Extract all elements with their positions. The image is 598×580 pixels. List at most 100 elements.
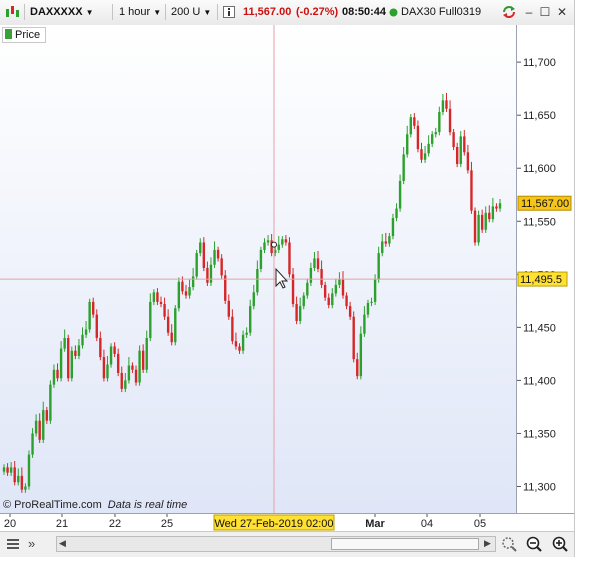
- candle-body: [427, 143, 430, 154]
- candle-body: [234, 341, 238, 347]
- candle-body: [199, 242, 202, 254]
- candle-body: [455, 147, 459, 164]
- candle-body: [259, 249, 263, 269]
- info-icon[interactable]: [223, 6, 235, 18]
- status-dot-icon: [389, 8, 398, 17]
- candle-body: [338, 279, 341, 285]
- candle-body: [213, 249, 216, 265]
- zoom-in-icon[interactable]: [551, 535, 569, 553]
- symbol-label: DAXXXXX: [30, 6, 83, 18]
- candle-body: [163, 304, 166, 317]
- candle-body: [109, 346, 113, 365]
- menu-icon[interactable]: [6, 538, 20, 550]
- candle-body: [323, 284, 327, 298]
- x-tick-label: 22: [109, 518, 121, 530]
- scroll-left-icon[interactable]: ◀: [59, 538, 66, 549]
- y-tick-label: 11,400: [523, 375, 556, 387]
- candle-body: [356, 359, 359, 377]
- candle-body: [106, 364, 109, 379]
- candle-body: [191, 276, 195, 288]
- mouse-cursor-icon: [275, 267, 289, 289]
- candle-body: [388, 236, 391, 244]
- candle-body: [298, 306, 302, 321]
- candle-body: [34, 420, 38, 434]
- crosshair-date-label: Wed 27-Feb-2019 02:00: [214, 518, 333, 530]
- candle-body: [181, 281, 184, 292]
- candle-body: [92, 301, 95, 315]
- price-axis[interactable]: 11,70011,65011,60011,55011,50011,45011,4…: [517, 25, 574, 513]
- close-icon[interactable]: ✕: [555, 5, 569, 19]
- candle-body: [313, 258, 316, 268]
- candle-body: [116, 353, 120, 373]
- legend[interactable]: Price: [2, 27, 47, 43]
- candle-body: [20, 475, 24, 490]
- brand-label: © ProRealTime.com: [3, 499, 102, 511]
- candle-body: [334, 284, 338, 294]
- candle-body: [174, 308, 177, 343]
- candle-body: [366, 302, 370, 315]
- candle-body: [42, 410, 45, 440]
- zoom-out-icon[interactable]: [525, 535, 543, 553]
- time-axis-svg: 20 21 22 25 Mar 04 05 Wed 27-Feb-2019 02:00: [4, 514, 486, 531]
- candle-body: [184, 291, 188, 296]
- instrument-name: DAX30 Full0319: [401, 6, 482, 18]
- candle-body: [202, 242, 206, 268]
- candle-body: [238, 346, 241, 351]
- candle-body: [452, 132, 455, 147]
- chart-plot-area[interactable]: [0, 25, 517, 513]
- candle-body: [352, 316, 355, 360]
- y-tick-label: 11,550: [523, 216, 556, 228]
- candle-body: [70, 350, 73, 379]
- candle-body: [441, 100, 445, 112]
- expand-icon[interactable]: »: [28, 536, 35, 551]
- candle-body: [316, 258, 320, 269]
- clock-time: 08:50:44: [342, 6, 387, 18]
- last-price-label: 11,567.00: [521, 198, 569, 210]
- y-tick-label: 11,450: [523, 322, 556, 334]
- candle-body: [38, 420, 41, 440]
- price-chart[interactable]: [0, 25, 516, 513]
- legend-label: Price: [15, 29, 41, 41]
- candle-body: [448, 108, 452, 133]
- candle-body: [359, 333, 363, 377]
- timeframe-dropdown[interactable]: 1 hour ▼: [119, 4, 161, 20]
- minimize-icon[interactable]: –: [522, 5, 536, 19]
- scroll-thumb[interactable]: [331, 538, 479, 550]
- scroll-right-icon[interactable]: ▶: [484, 538, 491, 549]
- footer-note: © ProRealTime.com Data is real time: [3, 499, 187, 511]
- symbol-dropdown[interactable]: DAXXXXX ▼: [30, 4, 94, 20]
- candle-body: [113, 346, 116, 354]
- candle-body: [188, 287, 191, 296]
- candle-body: [84, 329, 88, 335]
- candle-body: [477, 214, 480, 243]
- candle-body: [149, 301, 152, 338]
- maximize-icon[interactable]: ☐: [538, 5, 552, 19]
- time-axis[interactable]: 20 21 22 25 Mar 04 05 Wed 27-Feb-2019 02:00: [0, 513, 574, 531]
- candle-body: [345, 295, 348, 307]
- candle-body: [445, 100, 448, 109]
- time-scrollbar[interactable]: ◀ ▶: [56, 536, 496, 552]
- realtime-note: Data is real time: [107, 499, 188, 511]
- candle-body: [381, 241, 384, 254]
- candle-body: [206, 267, 209, 283]
- candle-body: [406, 134, 409, 155]
- candle-body: [134, 369, 138, 383]
- candle-body: [413, 117, 416, 126]
- refresh-icon[interactable]: [501, 4, 517, 20]
- candle-body: [17, 475, 20, 483]
- candle-body: [420, 149, 423, 160]
- timeframe-label: 1 hour: [119, 6, 151, 18]
- candle-body: [102, 357, 106, 379]
- candle-body: [231, 316, 234, 342]
- chart-window: DAXXXXX ▼ 1 hour ▼ 200 U ▼ 11,567.00 (-0.27…: [0, 0, 575, 557]
- zoom-fit-icon[interactable]: [500, 535, 518, 553]
- x-tick-label: Mar: [365, 518, 385, 530]
- candle-body: [302, 295, 305, 307]
- last-price: 11,567.00: [243, 6, 292, 18]
- candle-body: [249, 306, 252, 333]
- y-tick-label: 11,700: [523, 57, 556, 69]
- units-dropdown[interactable]: 200 U ▼: [171, 4, 211, 20]
- chart-type-icon[interactable]: [4, 5, 20, 20]
- candle-body: [252, 292, 255, 307]
- candle-body: [498, 203, 502, 209]
